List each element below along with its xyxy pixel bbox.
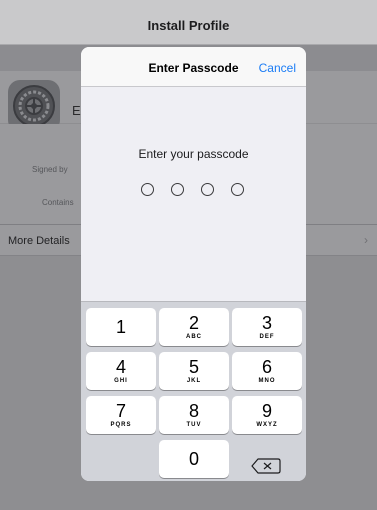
key-letters: PQRS — [110, 422, 132, 428]
key-letters: MNO — [258, 378, 276, 384]
key-digit: 0 — [188, 449, 199, 469]
key-7[interactable]: 7 PQRS — [86, 396, 156, 434]
passcode-dot — [231, 183, 244, 196]
background-contains-label: Contains — [42, 198, 74, 207]
key-digit: 7 — [115, 401, 126, 421]
delete-key[interactable] — [236, 451, 298, 481]
key-letters: GHI — [114, 378, 128, 384]
passcode-dot — [171, 183, 184, 196]
passcode-modal: Enter Passcode Cancel Enter your passcod… — [81, 47, 306, 481]
key-1[interactable]: 1 — [86, 308, 156, 346]
key-letters: ABC — [186, 334, 202, 340]
key-digit: 3 — [261, 313, 272, 333]
key-letters: JKL — [186, 378, 202, 384]
key-3[interactable]: 3 DEF — [232, 308, 302, 346]
key-letters: TUV — [186, 422, 202, 428]
background-signed-by-label: Signed by — [32, 165, 68, 174]
key-letters: WXYZ — [256, 422, 278, 428]
key-digit: 9 — [261, 401, 272, 421]
passcode-dot — [201, 183, 214, 196]
modal-header: Enter Passcode Cancel — [81, 47, 306, 87]
key-letters: DEF — [259, 334, 275, 340]
key-digit: 1 — [115, 317, 126, 337]
key-5[interactable]: 5 JKL — [159, 352, 229, 390]
background-title: Install Profile — [147, 18, 230, 33]
key-9[interactable]: 9 WXYZ — [232, 396, 302, 434]
key-digit: 4 — [115, 357, 126, 377]
passcode-prompt: Enter your passcode — [138, 147, 249, 161]
key-0[interactable]: 0 — [159, 440, 229, 478]
passcode-dot — [141, 183, 154, 196]
screen: Install Profile E Signed by Contains Mor… — [0, 0, 377, 510]
key-6[interactable]: 6 MNO — [232, 352, 302, 390]
key-2[interactable]: 2 ABC — [159, 308, 229, 346]
key-4[interactable]: 4 GHI — [86, 352, 156, 390]
background-navbar: Install Profile — [0, 0, 377, 45]
numeric-keypad: 1 2 ABC 3 DEF 4 GHI 5 JKL 6 MNO 7 PQRS 8… — [81, 301, 306, 481]
background-profile-name: E — [72, 103, 81, 118]
backspace-icon — [251, 458, 281, 474]
key-digit: 6 — [261, 357, 272, 377]
cancel-button[interactable]: Cancel — [259, 61, 296, 75]
key-digit: 5 — [188, 357, 199, 377]
key-8[interactable]: 8 TUV — [159, 396, 229, 434]
chevron-right-icon: › — [364, 233, 368, 247]
key-digit: 8 — [188, 401, 199, 421]
background-more-details-label: More Details — [8, 235, 70, 247]
key-digit: 2 — [188, 313, 199, 333]
passcode-dots — [141, 183, 251, 199]
